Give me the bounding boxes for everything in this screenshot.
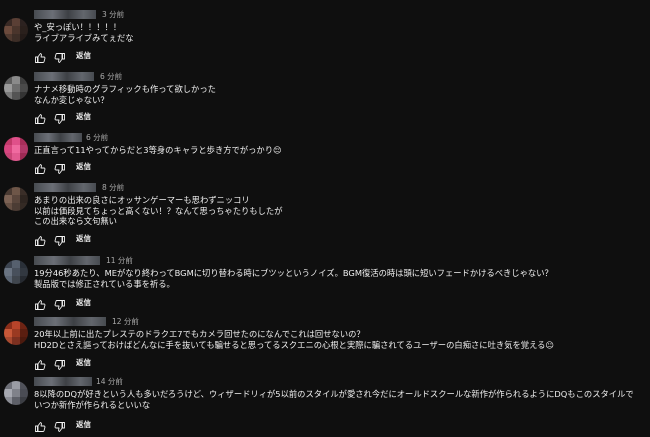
thumb-up-icon[interactable] [34, 232, 46, 246]
thumb-up-icon[interactable] [34, 110, 46, 124]
author-name-blurred[interactable] [34, 183, 96, 192]
author-name-blurred[interactable] [34, 10, 96, 19]
author-name-blurred[interactable] [34, 256, 100, 265]
reply-button[interactable]: 返信 [76, 357, 91, 368]
thumb-up-icon[interactable] [34, 418, 46, 432]
avatar[interactable] [4, 381, 28, 405]
comment-timestamp[interactable]: 8 分前 [102, 182, 124, 193]
thumb-down-icon[interactable] [54, 160, 66, 174]
thumb-up-icon[interactable] [34, 160, 46, 174]
comment-timestamp[interactable]: 6 分前 [86, 132, 108, 143]
thumb-down-icon[interactable] [54, 49, 66, 63]
comment-text: 19分46秒あたり、MEがなり終わってBGMに切り替わる時にブツッというノイズ。… [34, 268, 553, 289]
comment-actions: 返信 [34, 160, 114, 174]
thumb-down-icon[interactable] [54, 232, 66, 246]
author-name-blurred[interactable] [34, 133, 82, 142]
avatar[interactable] [4, 137, 28, 161]
comment-text: や_安っぽい！！！！！ ライブアライブみてぇだな [34, 22, 134, 43]
thumb-up-icon[interactable] [34, 49, 46, 63]
reply-button[interactable]: 返信 [76, 419, 91, 430]
comment-text: あまりの出来の良さにオッサンゲーマーも思わずニッコリ 以前は価段見てちょっと高く… [34, 195, 283, 227]
comment-text: 20年以上前に出たプレステのドラクエ7でもカメラ回せたのになんでこれは回せないの… [34, 329, 555, 350]
avatar[interactable] [4, 76, 28, 100]
avatar[interactable] [4, 321, 28, 345]
comment-text: 正直言って11やってからだと3等身のキャラと歩き方でがっかり😔 [34, 145, 282, 155]
avatar[interactable] [4, 260, 28, 284]
comment-actions: 返信 [34, 110, 114, 124]
author-name-blurred[interactable] [34, 317, 106, 326]
reply-button[interactable]: 返信 [76, 233, 91, 244]
reply-button[interactable]: 返信 [76, 111, 91, 122]
reply-button[interactable]: 返信 [76, 297, 91, 308]
thumb-down-icon[interactable] [54, 110, 66, 124]
comment-actions: 返信 [34, 418, 114, 432]
thumb-down-icon[interactable] [54, 356, 66, 370]
comment-timestamp[interactable]: 12 分前 [112, 316, 139, 327]
comment-actions: 返信 [34, 356, 114, 370]
comment-timestamp[interactable]: 3 分前 [102, 9, 124, 20]
avatar[interactable] [4, 18, 28, 42]
comment-text: 8以降のDQが好きという人も多いだろうけど、ウィザードリィが5以前のスタイルが愛… [34, 389, 634, 410]
avatar[interactable] [4, 187, 28, 211]
author-name-blurred[interactable] [34, 72, 94, 81]
thumb-down-icon[interactable] [54, 418, 66, 432]
thumb-up-icon[interactable] [34, 296, 46, 310]
comment-timestamp[interactable]: 6 分前 [100, 71, 122, 82]
comment-timestamp[interactable]: 11 分前 [106, 255, 133, 266]
author-name-blurred[interactable] [34, 377, 92, 386]
reply-button[interactable]: 返信 [76, 50, 91, 61]
comment-actions: 返信 [34, 296, 114, 310]
thumb-up-icon[interactable] [34, 356, 46, 370]
comment-timestamp[interactable]: 14 分前 [96, 376, 123, 387]
comment-actions: 返信 [34, 232, 114, 246]
comment-actions: 返信 [34, 49, 114, 63]
reply-button[interactable]: 返信 [76, 161, 91, 172]
comment-text: ナナメ移動時のグラフィックも作って欲しかった なんか変じゃない？ [34, 84, 216, 105]
thumb-down-icon[interactable] [54, 296, 66, 310]
